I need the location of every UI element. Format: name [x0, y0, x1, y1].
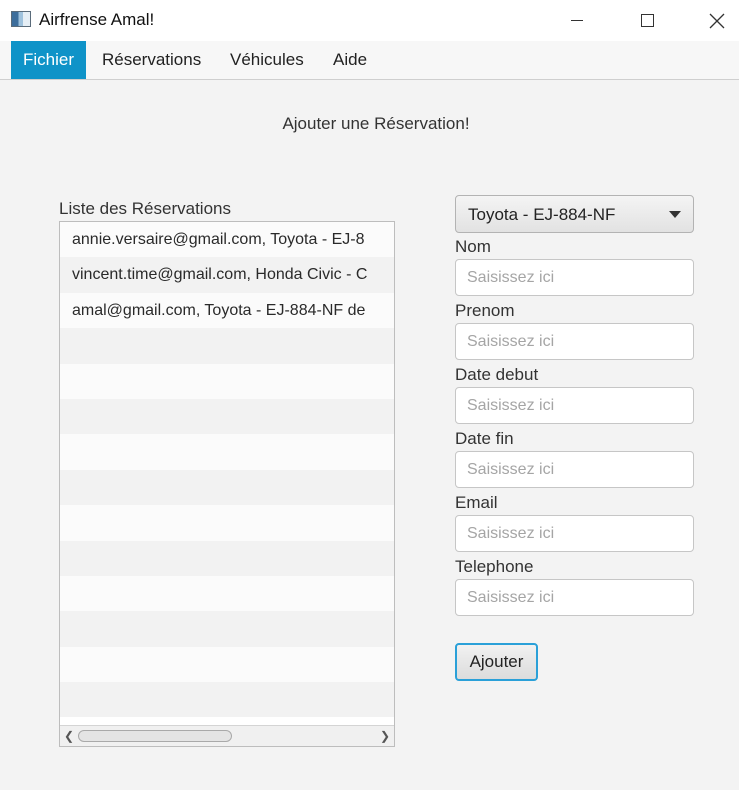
- chevron-down-icon: [669, 211, 681, 218]
- empty-list-row: [60, 540, 394, 576]
- scrollbar-thumb[interactable]: [78, 730, 232, 742]
- empty-list-row: [60, 505, 394, 541]
- title-bar: Airfrense Amal!: [0, 0, 739, 41]
- menu-fichier[interactable]: Fichier: [11, 41, 87, 79]
- window-title: Airfrense Amal!: [39, 10, 155, 29]
- date-fin-field[interactable]: [455, 451, 694, 488]
- empty-list-row: [60, 611, 394, 647]
- empty-list-row: [60, 398, 394, 435]
- scroll-right-icon[interactable]: ❯: [380, 729, 390, 743]
- empty-list-row: [60, 682, 394, 718]
- menu-reservations[interactable]: Réservations: [90, 41, 213, 79]
- nom-label: Nom: [455, 237, 491, 256]
- vehicle-select[interactable]: Toyota - EJ-884-NF: [455, 195, 694, 233]
- empty-list-row: [60, 646, 394, 683]
- prenom-label: Prenom: [455, 301, 515, 320]
- minimize-button[interactable]: [554, 0, 600, 41]
- horizontal-scrollbar[interactable]: ❮ ❯: [60, 725, 394, 746]
- empty-list-row: [60, 469, 394, 506]
- menu-aide[interactable]: Aide: [321, 41, 379, 79]
- menu-vehicules[interactable]: Véhicules: [218, 41, 316, 79]
- list-item[interactable]: vincent.time@gmail.com, Honda Civic - C: [60, 257, 394, 293]
- date-debut-field[interactable]: [455, 387, 694, 424]
- empty-list-row: [60, 434, 394, 470]
- minimize-icon: [571, 20, 583, 21]
- reservations-list-label: Liste des Réservations: [59, 199, 231, 218]
- empty-list-row: [60, 328, 394, 364]
- close-button[interactable]: [694, 0, 739, 41]
- page-title: Ajouter une Réservation!: [282, 114, 470, 133]
- maximize-button[interactable]: [624, 0, 670, 41]
- email-field[interactable]: [455, 515, 694, 552]
- telephone-label: Telephone: [455, 557, 534, 576]
- scroll-left-icon[interactable]: ❮: [64, 729, 74, 743]
- app-icon: [11, 11, 31, 27]
- prenom-field[interactable]: [455, 323, 694, 360]
- close-icon: [709, 13, 725, 28]
- telephone-field[interactable]: [455, 579, 694, 616]
- nom-field[interactable]: [455, 259, 694, 296]
- reservations-rows: annie.versaire@gmail.com, Toyota - EJ-8 …: [60, 222, 394, 726]
- reservations-list[interactable]: annie.versaire@gmail.com, Toyota - EJ-8 …: [59, 221, 395, 747]
- empty-list-row: [60, 363, 394, 399]
- menu-bar: Fichier Réservations Véhicules Aide: [0, 41, 739, 80]
- email-label: Email: [455, 493, 498, 512]
- maximize-icon: [640, 14, 654, 27]
- list-item[interactable]: annie.versaire@gmail.com, Toyota - EJ-8: [60, 222, 394, 258]
- date-debut-label: Date debut: [455, 365, 539, 384]
- empty-list-row: [60, 575, 394, 612]
- ajouter-button[interactable]: Ajouter: [455, 643, 538, 681]
- date-fin-label: Date fin: [455, 429, 514, 448]
- list-item[interactable]: amal@gmail.com, Toyota - EJ-884-NF de: [60, 292, 394, 329]
- vehicle-select-value: Toyota - EJ-884-NF: [468, 205, 616, 224]
